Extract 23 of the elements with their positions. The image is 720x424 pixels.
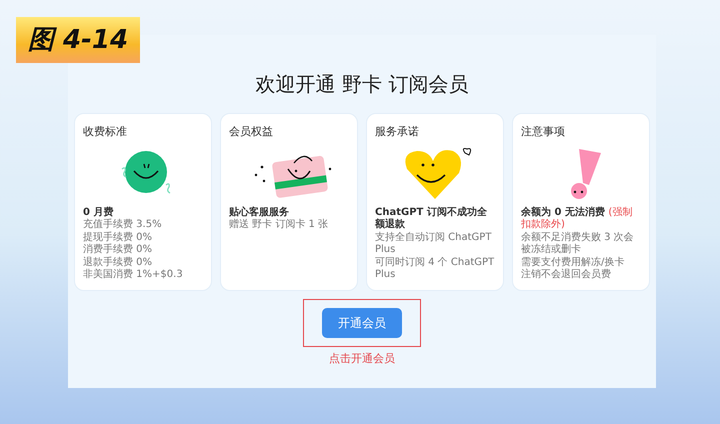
card-headline: 余额为 0 无法消费 (强制扣款除外) xyxy=(521,206,634,232)
annotation-caption: 点击开通会员 xyxy=(329,351,395,367)
card-title: 收费标准 xyxy=(83,124,128,140)
card-title: 服务承诺 xyxy=(375,124,420,140)
card-detail: 退款手续费 0% xyxy=(83,256,154,268)
card-detail: 非美国消费 1%+$0.3 xyxy=(83,269,184,282)
card-headline: 贴心客服服务 xyxy=(229,206,290,218)
card-detail: 可同时订阅 4 个 ChatGPT Plus xyxy=(375,256,495,282)
card-detail: 赠送 野卡 订阅卡 1 张 xyxy=(229,219,330,232)
card-headline: ChatGPT 订阅不成功全额退款 xyxy=(375,206,488,232)
subscribe-button[interactable]: 开通会员 xyxy=(322,308,402,338)
card-title: 注意事项 xyxy=(521,124,566,140)
card-detail: 注销不会退回会员费 xyxy=(521,269,612,282)
page-heading: 欢迎开通 野卡 订阅会员 xyxy=(254,71,470,98)
card-detail: 充值手续费 3.5% xyxy=(83,219,163,232)
card-detail: 余额不足消费失败 3 次会被冻结或删卡 xyxy=(521,232,635,256)
card-detail: 支持全自动订阅 ChatGPT Plus xyxy=(375,232,492,256)
card-detail: 需要支付费用解冻/换卡 xyxy=(521,256,626,268)
card-headline: 0 月费 xyxy=(83,206,114,218)
figure-label: 图 4-14 xyxy=(16,17,140,63)
card-title: 会员权益 xyxy=(229,124,274,140)
card-detail: 消费手续费 0% xyxy=(83,244,154,256)
card-detail: 提现手续费 0% xyxy=(83,232,154,244)
